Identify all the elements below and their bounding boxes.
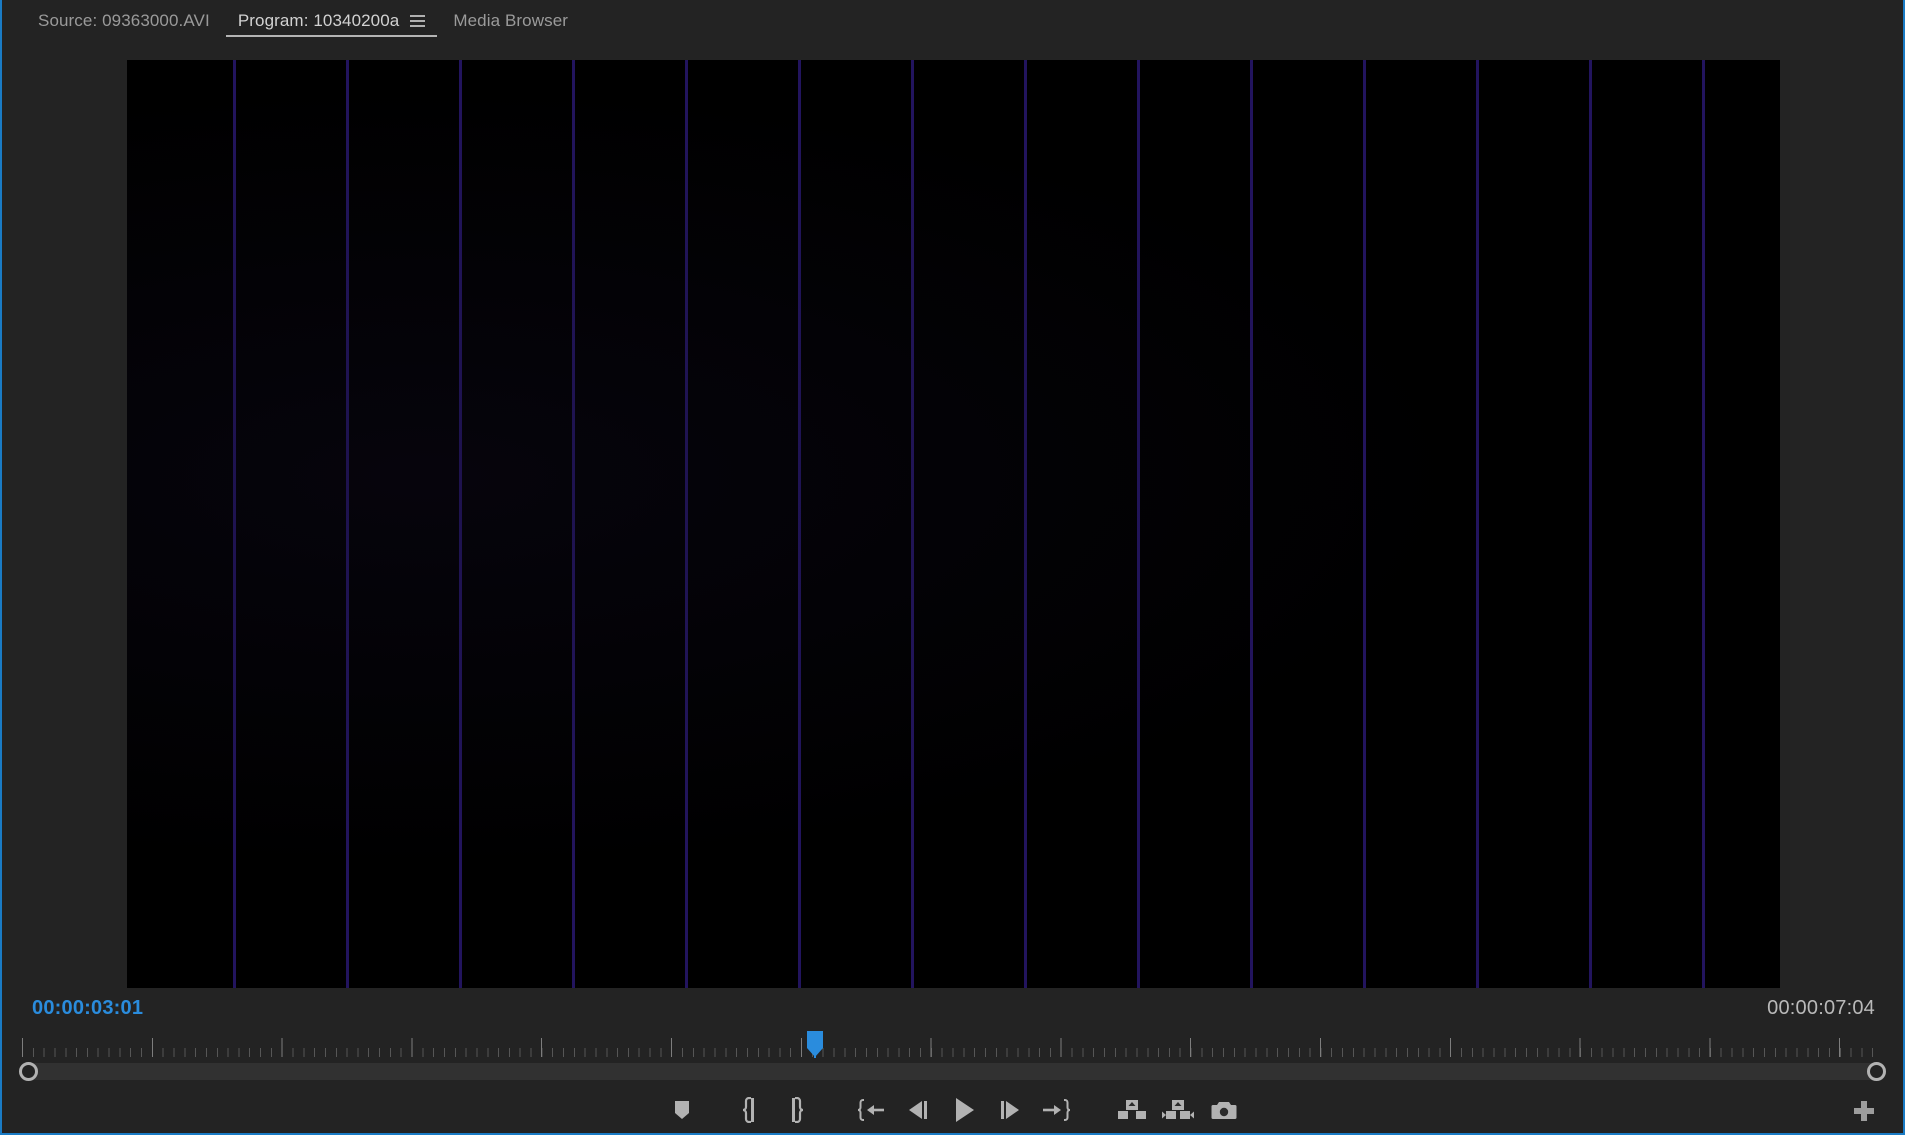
playhead-stem: [813, 1031, 816, 1058]
export-frame-button[interactable]: [1201, 1090, 1247, 1130]
zoom-scrollbar-handle-right[interactable]: [1867, 1062, 1886, 1081]
lift-button[interactable]: [1109, 1090, 1155, 1130]
transport-toolbar: [2, 1084, 1903, 1135]
tab-program[interactable]: Program: 10340200a: [224, 0, 440, 42]
mark-out-button[interactable]: [773, 1090, 819, 1130]
go-to-out-button[interactable]: [1033, 1090, 1079, 1130]
step-back-button[interactable]: [895, 1090, 941, 1130]
tab-media-browser[interactable]: Media Browser: [439, 0, 582, 42]
go-to-in-button[interactable]: [849, 1090, 895, 1130]
tab-source-label: Source: 09363000.AVI: [38, 11, 210, 30]
add-marker-button[interactable]: [659, 1090, 705, 1130]
zoom-scrollbar-track[interactable]: [22, 1063, 1883, 1080]
extract-button[interactable]: [1155, 1090, 1201, 1130]
tab-source[interactable]: Source: 09363000.AVI: [24, 0, 224, 42]
tab-program-label: Program: 10340200a: [237, 11, 400, 30]
zoom-scrollbar[interactable]: [2, 1060, 1903, 1084]
ruler-major-ticks: [22, 1038, 1883, 1057]
time-ruler[interactable]: [2, 1030, 1903, 1060]
playhead-marker[interactable]: [806, 1031, 823, 1058]
active-tab-underline: [225, 35, 438, 37]
tab-media-browser-label: Media Browser: [453, 11, 569, 30]
duration-timecode[interactable]: 00:00:07:04: [1767, 997, 1875, 1020]
monitor-control-row: 00:00:03:01 Fit 1/2 00:00:07:04: [2, 988, 1903, 1030]
monitor-viewport[interactable]: [2, 42, 1903, 988]
button-editor-plus-icon[interactable]: [1847, 1094, 1881, 1128]
video-frame[interactable]: [127, 60, 1780, 988]
step-forward-button[interactable]: [987, 1090, 1033, 1130]
play-stop-button[interactable]: [941, 1090, 987, 1130]
mark-in-button[interactable]: [727, 1090, 773, 1130]
program-monitor-panel: Source: 09363000.AVI Program: 10340200a …: [0, 0, 1905, 1135]
zoom-scrollbar-handle-left[interactable]: [19, 1062, 38, 1081]
panel-tab-bar: Source: 09363000.AVI Program: 10340200a …: [2, 0, 1903, 42]
current-timecode[interactable]: 00:00:03:01: [32, 997, 143, 1020]
panel-menu-icon[interactable]: [410, 15, 426, 27]
video-frame-vignette: [127, 60, 1780, 988]
